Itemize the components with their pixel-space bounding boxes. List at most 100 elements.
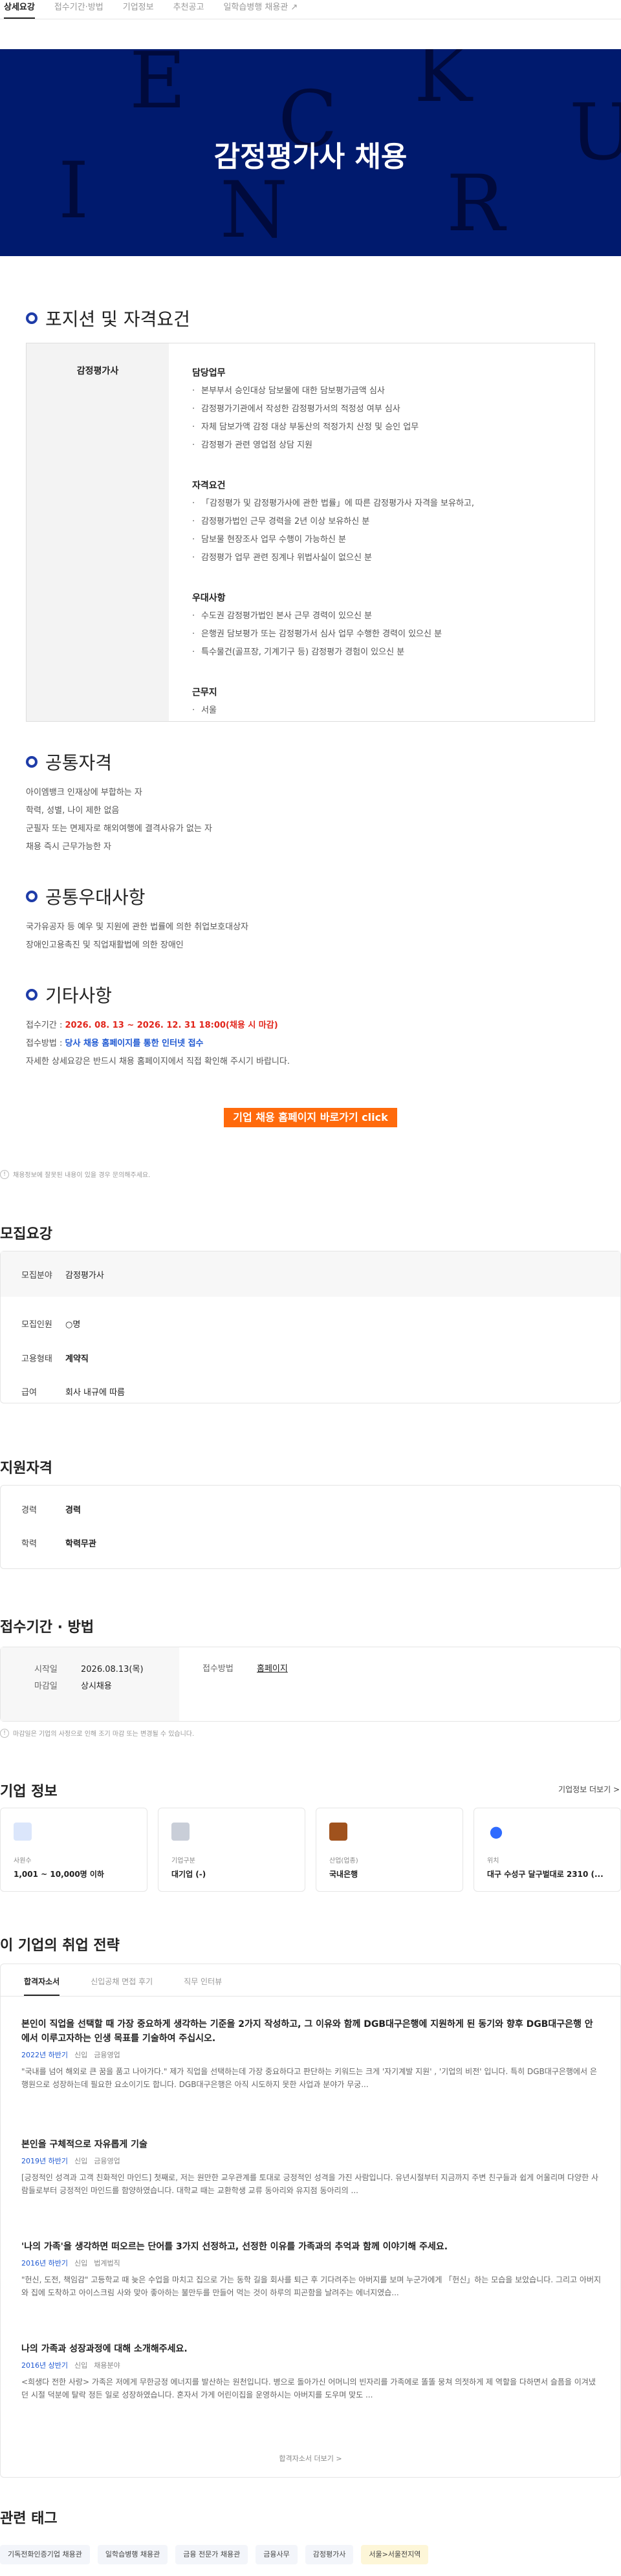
period-line: 접수기간 : 2026. 08. 13 ~ 2026. 12. 31 18:00… bbox=[26, 1021, 278, 1030]
apply-box: 시작일 2026.08.13(목) 마감일 상시채용 접수방법 홈페이지 bbox=[0, 1647, 621, 1722]
tab-job-interview[interactable]: 직무 인터뷰 bbox=[184, 1976, 222, 1996]
company-homepage-button[interactable]: 기업 채용 홈페이지 바로가기 click bbox=[224, 1108, 397, 1127]
period-value: 2026. 08. 13 ~ 2026. 12. 31 18:00(채용 시 마… bbox=[65, 1021, 278, 1030]
duty-item: 감정평가기관에서 작성한 감정평가서의 적정성 여부 심사 bbox=[192, 400, 594, 418]
tab-apply-period[interactable]: 접수기간·방법 bbox=[54, 0, 116, 19]
company-card-employees: 사원수 1,001 ~ 10,000명 이하 bbox=[0, 1808, 147, 1892]
start-date: 2026.08.13(목) bbox=[81, 1665, 144, 1674]
tag[interactable]: 금융사무 bbox=[256, 2545, 298, 2564]
hero-letter: K bbox=[414, 49, 472, 120]
detail-line: 자세한 상세요강은 반드시 채용 홈페이지에서 직접 확인해 주시기 바랍니다. bbox=[26, 1057, 290, 1066]
list-item[interactable]: 본인이 직업을 선택할 때 가장 중요하게 생각하는 기준을 2가지 작성하고,… bbox=[21, 2017, 601, 2091]
hero-title: 감정평가사 채용 bbox=[213, 140, 408, 173]
req-item: 감정평가법인 근무 경력을 2년 이상 보유하신 분 bbox=[192, 513, 594, 531]
preference-item: 국가유공자 등 예우 및 지원에 관한 법률에 의한 취업보호대상자 bbox=[26, 922, 249, 932]
common-item: 학력, 성별, 나이 제한 없음 bbox=[26, 806, 120, 816]
building-icon bbox=[171, 1823, 190, 1841]
common-section: 공통자격 아이엠뱅크 인재상에 부합하는 자 학력, 성별, 나이 제한 없음 … bbox=[26, 749, 595, 856]
recruit-title: 모집요강 bbox=[0, 1226, 52, 1242]
tag[interactable]: 기독전화인증기업 채용관 bbox=[0, 2545, 90, 2564]
duty-item: 본부부서 승인대상 담보물에 대한 담보평가금액 심사 bbox=[192, 382, 594, 400]
recruit-count: ○명 bbox=[65, 1319, 81, 1330]
section-title: 포지션 및 자격요건 bbox=[45, 308, 190, 330]
company-more-link[interactable]: 기업정보 더보기 > bbox=[558, 1784, 620, 1795]
duty-title: 담당업무 bbox=[192, 368, 226, 378]
location-pin-icon: ● bbox=[487, 1823, 505, 1841]
tag[interactable]: 감정평가사 bbox=[305, 2545, 354, 2564]
duty-item: 자체 담보가액 감정 대상 부동산의 적정가치 산정 및 승인 업무 bbox=[192, 418, 594, 437]
preference-section: 공통우대사항 국가유공자 등 예우 및 지원에 관한 법률에 의한 취업보호대상… bbox=[26, 883, 595, 955]
tab-recommended[interactable]: 추천공고 bbox=[173, 0, 217, 19]
list-item[interactable]: 본인을 구체적으로 자유롭게 기술 2019년 하반기 신입 금융영업 [긍정적인 … bbox=[21, 2138, 601, 2197]
external-link-icon: ↗ bbox=[290, 3, 298, 12]
info-icon: ! bbox=[0, 1169, 9, 1179]
hero-letter: E bbox=[129, 49, 186, 126]
req-item: 담보물 현장조사 업무 수행이 가능하신 분 bbox=[192, 531, 594, 549]
location-item: 서울 bbox=[192, 702, 594, 720]
position-name: 감정평가사 bbox=[27, 343, 169, 721]
apply-method-link[interactable]: 홈페이지 bbox=[257, 1664, 288, 1674]
list-item[interactable]: '나의 가족'을 생각하면 떠오르는 단어를 3가지 선정하고, 선정한 이유를… bbox=[21, 2240, 601, 2299]
method-value: 당사 채용 홈페이지를 통한 인터넷 접수 bbox=[65, 1039, 204, 1048]
deadline-note: ! 마감일은 기업의 사정으로 인해 조기 마감 또는 변경될 수 있습니다. bbox=[0, 1728, 194, 1738]
pref-title: 우대사항 bbox=[192, 593, 226, 603]
req-item: 감정평가 업무 관련 징계나 위법사실이 없으신 분 bbox=[192, 549, 594, 567]
strategy-box: 합격자소서 신입공채 면접 후기 직무 인터뷰 본인이 직업을 선택할 때 가장… bbox=[0, 1964, 621, 2478]
section-title: 공통자격 bbox=[45, 752, 113, 774]
req-title: 자격요건 bbox=[192, 481, 226, 491]
tab-cover-letter[interactable]: 합격자소서 bbox=[24, 1976, 60, 1996]
req-item: 「감정평가 및 감정평가사에 관한 법률」에 따른 감정평가사 자격을 보유하고… bbox=[192, 495, 594, 513]
hero-banner: E K C U I R N 감정평가사 채용 bbox=[0, 49, 621, 256]
apply-title: 접수기간 · 방법 bbox=[0, 1619, 94, 1636]
section-bullet-icon bbox=[26, 312, 38, 324]
experience-value: 경력 bbox=[65, 1505, 81, 1515]
education-value: 학력무관 bbox=[65, 1539, 96, 1549]
duty-item: 감정평가 관련 영업점 상담 지원 bbox=[192, 437, 594, 455]
recruit-box: 모집분야 감정평가사 모집인원 ○명 고용형태 계약직 급여 회사 내규에 따름 bbox=[0, 1251, 621, 1403]
end-date: 상시채용 bbox=[81, 1682, 112, 1691]
pref-item: 특수물건(골프장, 기계기구 등) 감정평가 경험이 있으신 분 bbox=[192, 644, 594, 662]
recruit-field: 감정평가사 bbox=[65, 1270, 104, 1281]
section-bullet-icon bbox=[26, 756, 38, 768]
preference-item: 장애인고용촉진 및 직업재활법에 의한 장애인 bbox=[26, 940, 184, 950]
tag[interactable]: 금융 전문가 채용관 bbox=[175, 2545, 248, 2564]
qual-box: 경력 경력 학력 학력무관 bbox=[0, 1485, 621, 1569]
etc-section: 기타사항 접수기간 : 2026. 08. 13 ~ 2026. 12. 31 … bbox=[26, 982, 595, 1071]
section-bullet-icon bbox=[26, 891, 38, 902]
pref-item: 수도권 감정평가법인 본사 근무 경력이 있으신 분 bbox=[192, 607, 594, 625]
cover-letter-more-link[interactable]: 합격자소서 더보기 > bbox=[1, 2453, 620, 2463]
company-card-type: 기업구분 대기업 (-) bbox=[158, 1808, 305, 1892]
tag-list: 기독전화인증기업 채용관 일학습병행 채용관 금융 전문가 채용관 금융사무 감… bbox=[0, 2545, 436, 2564]
tab-work-study[interactable]: 일학습병행 채용관 ↗ bbox=[223, 0, 310, 19]
list-item[interactable]: 나의 가족과 성장과정에 대해 소개해주세요. 2016년 상반기 신입 채용분야 … bbox=[21, 2342, 601, 2401]
section-bullet-icon bbox=[26, 989, 38, 1001]
employment-type: 계약직 bbox=[65, 1354, 89, 1364]
common-item: 채용 즉시 근무가능한 자 bbox=[26, 842, 111, 852]
detail-tabs: 상세요강 접수기간·방법 기업정보 추천공고 일학습병행 채용관 ↗ bbox=[0, 0, 621, 19]
people-icon bbox=[14, 1823, 32, 1841]
salary: 회사 내규에 따름 bbox=[65, 1387, 125, 1398]
method-line: 접수방법 : 당사 채용 홈페이지를 통한 인터넷 접수 bbox=[26, 1039, 204, 1048]
common-item: 군필자 또는 면제자로 해외여행에 결격사유가 없는 자 bbox=[26, 824, 212, 834]
qual-title: 지원자격 bbox=[0, 1460, 52, 1477]
tag[interactable]: 일학습병행 채용관 bbox=[97, 2545, 168, 2564]
tab-company-info[interactable]: 기업정보 bbox=[123, 0, 167, 19]
tag[interactable]: 서울>서울전지역 bbox=[361, 2545, 429, 2564]
briefcase-icon bbox=[329, 1823, 347, 1841]
common-item: 아이엠뱅크 인재상에 부합하는 자 bbox=[26, 788, 142, 797]
position-table: 감정평가사 담당업무 본부부서 승인대상 담보물에 대한 담보평가금액 심사감정… bbox=[26, 343, 595, 722]
tab-interview-review[interactable]: 신입공채 면접 후기 bbox=[91, 1976, 153, 1996]
position-section: 포지션 및 자격요건 bbox=[26, 305, 595, 331]
tab-detail[interactable]: 상세요강 bbox=[4, 0, 35, 19]
strategy-title: 이 기업의 취업 전략 bbox=[0, 1938, 120, 1954]
report-note: ! 채용정보에 잘못된 내용이 있을 경우 문의해주세요. bbox=[0, 1169, 150, 1179]
company-card-industry: 산업(업종) 국내은행 bbox=[316, 1808, 463, 1892]
section-title: 공통우대사항 bbox=[45, 887, 146, 908]
tags-title: 관련 태그 bbox=[0, 2511, 58, 2527]
hero-letter: N bbox=[220, 166, 288, 255]
location-title: 근무지 bbox=[192, 687, 217, 698]
section-title: 기타사항 bbox=[45, 985, 113, 1006]
pref-item: 은행권 담보평가 또는 감정평가서 심사 업무 수행한 경력이 있으신 분 bbox=[192, 625, 594, 644]
info-icon: ! bbox=[0, 1728, 9, 1738]
company-card-location: ● 위치 대구 수성구 달구벌대로 2310 (... bbox=[474, 1808, 621, 1892]
